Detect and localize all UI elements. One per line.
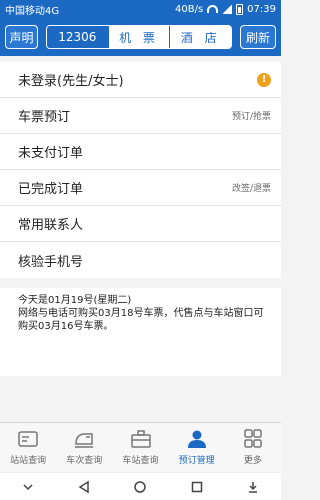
wifi-icon — [207, 5, 219, 13]
collapse-icon[interactable] — [21, 480, 35, 494]
warning-icon: ! — [257, 72, 271, 87]
grid-icon — [244, 429, 262, 448]
menu-item-unpaid-orders[interactable]: 未支付订单 — [0, 134, 281, 170]
back-icon[interactable] — [77, 480, 91, 494]
nav-label: 车站查询 — [122, 456, 159, 466]
refresh-button[interactable]: 刷新 — [240, 25, 276, 49]
statement-button[interactable]: 声明 — [5, 25, 38, 49]
recents-icon[interactable] — [190, 480, 204, 494]
clock: 07:39 — [247, 3, 276, 15]
bottom-nav: 站站查询 车次查询 车站查询 预订管理 更多 — [0, 422, 281, 472]
menu-item-label: 车票预订 — [18, 110, 71, 125]
date-notice: 今天是01月19号(星期二) 网络与电话可购买03月18号车票，代售点与车站窗口… — [0, 288, 281, 376]
train-icon — [75, 433, 94, 448]
menu-list: 未登录(先生/女士) ! 车票预订 预订/抢票 未支付订单 已完成订单 改签/退… — [0, 62, 281, 278]
menu-item-login[interactable]: 未登录(先生/女士) ! — [0, 62, 281, 98]
carrier-label: 中国移动4G — [5, 5, 60, 17]
menu-item-label: 未支付订单 — [18, 146, 84, 161]
menu-item-label: 常用联系人 — [18, 218, 84, 233]
menu-item-hint: 改签/退票 — [231, 184, 271, 194]
menu-item-verify-phone[interactable]: 核验手机号 — [0, 242, 281, 278]
nav-station-query[interactable]: 站站查询 — [0, 423, 56, 472]
top-header: 声明 12306 机 票 酒 店 刷新 — [0, 18, 281, 56]
menu-item-hint: 预订/抢票 — [231, 112, 271, 122]
nav-label: 站站查询 — [10, 456, 47, 466]
tab-hotels[interactable]: 酒 店 — [169, 26, 231, 48]
user-icon — [187, 430, 206, 448]
tab-12306[interactable]: 12306 — [47, 26, 108, 48]
nav-more[interactable]: 更多 — [225, 423, 281, 472]
ticket-icon — [18, 431, 38, 447]
system-nav-bar — [0, 472, 281, 500]
menu-item-contacts[interactable]: 常用联系人 — [0, 206, 281, 242]
network-speed: 40B/s — [175, 3, 204, 15]
menu-item-label: 未登录(先生/女士) — [18, 74, 124, 89]
home-icon[interactable] — [133, 480, 147, 494]
nav-booking-management[interactable]: 预订管理 — [169, 423, 225, 472]
signal-icon — [222, 4, 233, 14]
status-bar: 中国移动4G 40B/s 07:39 — [0, 0, 281, 18]
notice-date: 今天是01月19号(星期二) — [18, 295, 132, 306]
download-icon[interactable] — [246, 480, 260, 494]
nav-label: 预订管理 — [178, 456, 215, 466]
menu-item-book-ticket[interactable]: 车票预订 预订/抢票 — [0, 98, 281, 134]
nav-label: 车次查询 — [66, 456, 103, 466]
notice-presale-info: 网络与电话可购买03月18号车票，代售点与车站窗口可购买03月16号车票。 — [18, 308, 264, 332]
nav-train-query[interactable]: 车次查询 — [56, 423, 112, 472]
tab-flights[interactable]: 机 票 — [107, 26, 170, 48]
battery-icon — [236, 3, 244, 15]
nav-label: 更多 — [243, 456, 262, 466]
station-icon — [130, 430, 151, 448]
menu-item-label: 已完成订单 — [18, 182, 84, 197]
menu-item-label: 核验手机号 — [18, 254, 84, 270]
nav-station-info[interactable]: 车站查询 — [112, 423, 168, 472]
menu-item-completed-orders[interactable]: 已完成订单 改签/退票 — [0, 170, 281, 206]
service-tabs: 12306 机 票 酒 店 — [46, 25, 232, 49]
